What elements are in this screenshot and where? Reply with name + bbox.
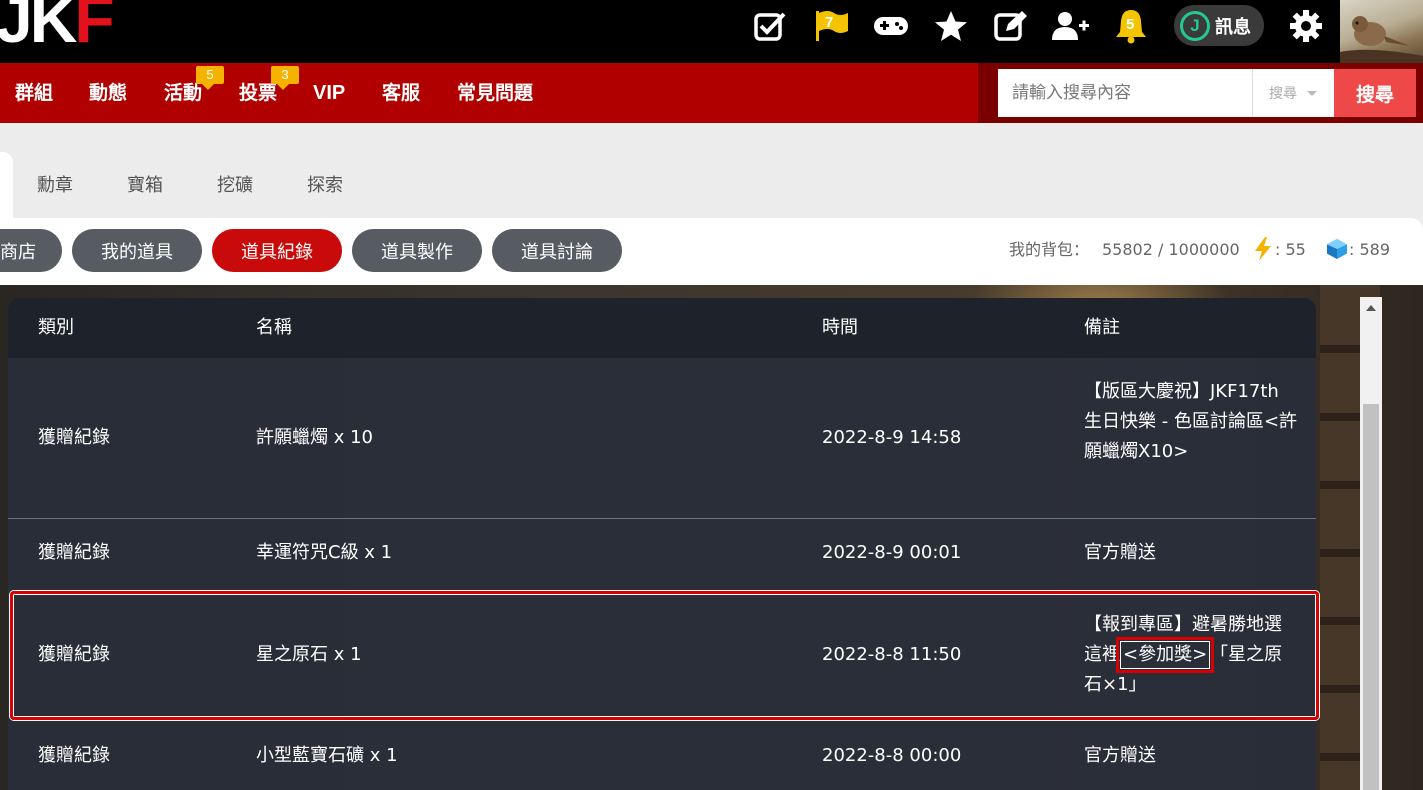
energy-icon bbox=[1253, 237, 1273, 267]
gear-icon[interactable] bbox=[1286, 8, 1326, 44]
messages-logo-icon: J bbox=[1180, 10, 1210, 41]
row4-time: 2022-8-8 00:00 bbox=[822, 745, 962, 766]
nav-item-vip[interactable]: VIP bbox=[313, 80, 345, 106]
logo-text-f: F bbox=[74, 0, 114, 56]
messages-label: 訊息 bbox=[1215, 16, 1251, 38]
bell-badge: 5 bbox=[1126, 16, 1135, 33]
row-divider bbox=[8, 518, 1316, 519]
nav-item-groups[interactable]: 群組 bbox=[15, 80, 53, 106]
pill-item-records[interactable]: 道具紀錄 bbox=[212, 229, 342, 272]
row1-type: 獲贈紀錄 bbox=[38, 427, 110, 448]
tab-treasure-box[interactable]: 寶箱 bbox=[127, 174, 163, 198]
energy-value: : 55 bbox=[1275, 240, 1306, 259]
row2-type: 獲贈紀錄 bbox=[38, 542, 110, 563]
gamepad-icon[interactable] bbox=[871, 8, 911, 44]
header-name: 名稱 bbox=[256, 317, 292, 338]
search-type-label: 搜尋 bbox=[1269, 86, 1297, 102]
nav-item-votes[interactable]: 投票 bbox=[239, 80, 277, 106]
star-icon[interactable] bbox=[931, 8, 971, 44]
nav-item-faq[interactable]: 常見問題 bbox=[457, 80, 533, 106]
table-header: 類別 名稱 時間 備註 bbox=[8, 298, 1316, 358]
logo-text-jk: JK bbox=[0, 0, 77, 56]
header-type: 類別 bbox=[38, 317, 74, 338]
row2-note: 官方贈送 bbox=[1084, 542, 1156, 563]
pill-my-items[interactable]: 我的道具 bbox=[72, 229, 202, 272]
bag-value: 55802 / 1000000 bbox=[1102, 240, 1240, 259]
tab-explore[interactable]: 探索 bbox=[307, 174, 343, 198]
row1-name: 許願蠟燭 x 10 bbox=[256, 427, 373, 448]
user-avatar[interactable] bbox=[1340, 0, 1423, 63]
row4-note: 官方贈送 bbox=[1084, 745, 1156, 766]
tab-medals[interactable]: 勳章 bbox=[37, 174, 73, 198]
search-type-select[interactable]: 搜尋 bbox=[1252, 69, 1334, 117]
flag-badge: 7 bbox=[825, 14, 834, 31]
header-note: 備註 bbox=[1084, 317, 1120, 338]
nav-item-support[interactable]: 客服 bbox=[382, 80, 420, 106]
events-badge: 5 bbox=[196, 66, 224, 90]
gem-value: : 589 bbox=[1349, 240, 1391, 259]
nav-item-events[interactable]: 活動 bbox=[164, 80, 202, 106]
bag-label: 我的背包： bbox=[1009, 240, 1090, 259]
header-time: 時間 bbox=[822, 317, 858, 338]
flag-icon[interactable]: 7 bbox=[811, 8, 851, 44]
gem-icon bbox=[1326, 238, 1348, 266]
votes-badge: 3 bbox=[271, 66, 299, 90]
nav-item-feed[interactable]: 動態 bbox=[89, 80, 127, 106]
row2-time: 2022-8-9 00:01 bbox=[822, 542, 962, 563]
pill-shop[interactable]: 商店 bbox=[0, 229, 62, 272]
row1-time: 2022-8-9 14:58 bbox=[822, 427, 962, 448]
row1-note: 【版區大慶祝】JKF17th 生日快樂 - 色區討論區<許願蠟燭X10> bbox=[1084, 381, 1298, 462]
bell-icon[interactable]: 5 bbox=[1111, 8, 1151, 44]
row4-type: 獲贈紀錄 bbox=[38, 745, 110, 766]
search-button[interactable]: 搜尋 bbox=[1334, 69, 1416, 117]
search-input[interactable] bbox=[998, 69, 1252, 117]
tab-mining[interactable]: 挖礦 bbox=[217, 174, 253, 198]
row4-name: 小型藍寶石礦 x 1 bbox=[256, 745, 398, 766]
active-tab-edge bbox=[0, 152, 13, 218]
pill-item-crafting[interactable]: 道具製作 bbox=[352, 229, 482, 272]
checkin-icon[interactable] bbox=[750, 8, 790, 44]
chevron-down-icon bbox=[1307, 90, 1317, 96]
add-friend-icon[interactable] bbox=[1051, 8, 1091, 44]
site-logo[interactable]: JKF bbox=[0, 0, 115, 52]
scrollbar-thumb[interactable] bbox=[1363, 404, 1379, 790]
messages-button[interactable]: J 訊息 bbox=[1174, 5, 1264, 46]
edit-icon[interactable] bbox=[991, 8, 1031, 44]
row2-name: 幸運符咒C級 x 1 bbox=[256, 542, 393, 563]
pill-item-discussion[interactable]: 道具討論 bbox=[492, 229, 622, 272]
scroll-up-arrow-icon[interactable] bbox=[1366, 305, 1376, 311]
highlighted-row-outline bbox=[10, 591, 1319, 720]
